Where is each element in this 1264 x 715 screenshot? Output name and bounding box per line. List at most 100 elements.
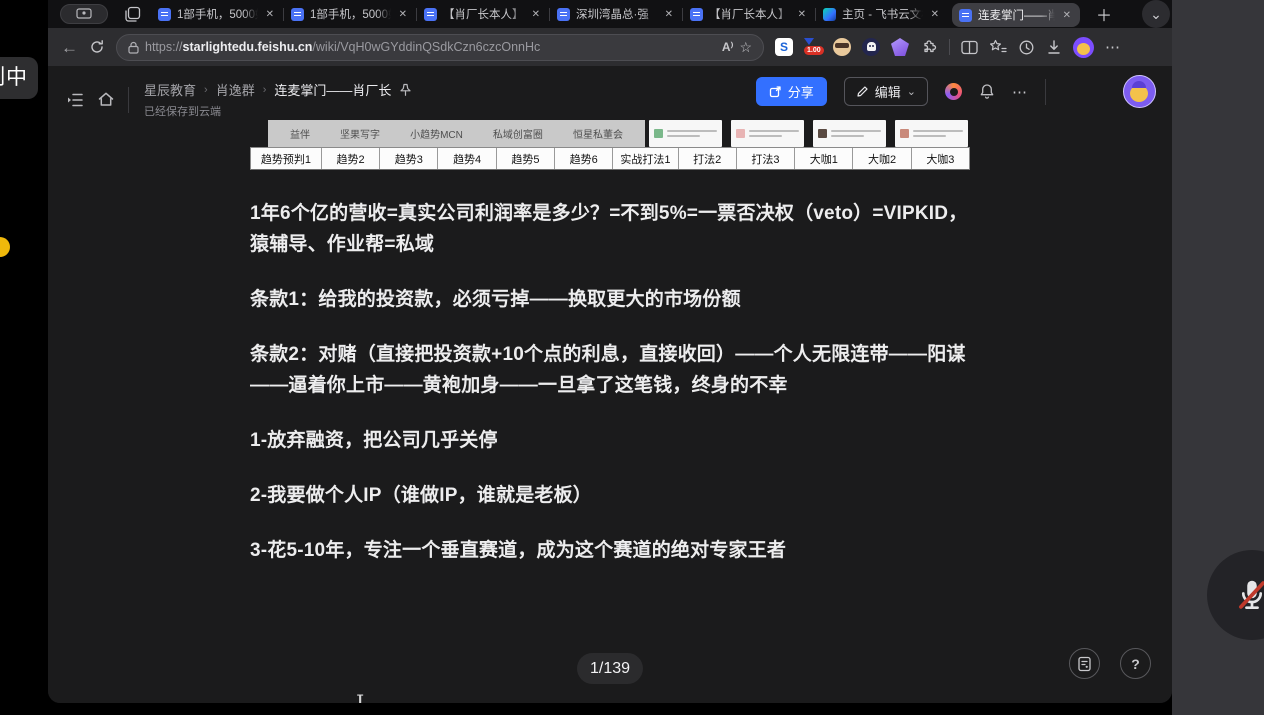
pin-icon[interactable] — [399, 83, 412, 97]
doc-paragraph[interactable]: 条款1：给我的投资款，必须亏掉——换取更大的市场份额 — [250, 284, 970, 315]
thumbnail-image — [736, 129, 745, 138]
share-button[interactable]: 分享 — [756, 77, 827, 106]
table-cell[interactable]: 趋势5 — [497, 148, 555, 169]
table-cell[interactable]: 趋势6 — [555, 148, 613, 169]
page-indicator: 1/139 — [577, 653, 643, 684]
user-avatar[interactable] — [1123, 75, 1156, 108]
help-button[interactable]: ? — [1120, 648, 1151, 679]
favorite-star-button[interactable]: ☆ — [739, 39, 752, 56]
stacked-pages-icon — [124, 6, 141, 23]
share-label: 分享 — [788, 82, 814, 101]
document-content: 益伴坚果写字小趋势MCN私域创富圈恒星私董会 — [48, 120, 1172, 703]
table-cell[interactable]: 趋势预判1 — [251, 148, 322, 169]
split-screen-button[interactable] — [961, 40, 978, 55]
breadcrumb-items: 星辰教育›肖逸群›连麦掌门——肖厂长 — [144, 80, 391, 99]
thumbnail-strip — [649, 120, 968, 147]
extension-s-icon[interactable]: S — [775, 38, 793, 56]
extension-ghost-icon[interactable] — [862, 38, 880, 56]
new-tab-button[interactable]: ＋ — [1096, 2, 1112, 26]
browser-profile-avatar[interactable] — [1073, 37, 1094, 58]
browser-tab[interactable]: 深圳湾晶总·强✕ — [550, 0, 682, 28]
doc-paragraph[interactable]: 1-放弃融资，把公司几乎关停 — [250, 425, 970, 456]
browser-tab[interactable]: 主页 - 飞书云文档✕ — [816, 0, 948, 28]
tab-close-icon[interactable]: ✕ — [796, 9, 808, 20]
browser-tab[interactable]: 连麦掌门——肖厂✕ — [952, 3, 1080, 27]
tab-title: 1部手机，5000好 — [310, 6, 391, 22]
price-flag-icon — [804, 38, 814, 45]
breadcrumb-item[interactable]: 连麦掌门——肖厂长 — [274, 80, 391, 99]
url-host: starlightedu.feishu.cn — [183, 40, 313, 54]
downloads-button[interactable] — [1046, 39, 1062, 56]
tab-close-icon[interactable]: ✕ — [264, 9, 276, 20]
toggle-sidebar-button[interactable] — [66, 92, 84, 108]
doc-paragraph[interactable]: 3-花5-10年，专注一个垂直赛道，成为这个赛道的绝对专家王者 — [250, 535, 970, 566]
extension-gem-icon[interactable] — [891, 38, 909, 56]
home-button[interactable] — [97, 91, 115, 108]
tab-search-button[interactable]: ⌄ — [1142, 0, 1170, 28]
url-path: /wiki/VqH0wGYddinQSdkCzn6czcOnnHc — [312, 40, 540, 54]
read-aloud-button[interactable]: A⁾ — [722, 40, 734, 54]
table-cell[interactable]: 打法2 — [679, 148, 737, 169]
tab-title: 1部手机，5000好 — [177, 6, 258, 22]
header-divider — [1045, 79, 1046, 105]
text-cursor-ibeam: I — [356, 691, 364, 703]
catalog-button[interactable] — [1069, 648, 1100, 679]
document-icon — [291, 8, 304, 21]
table-cell[interactable]: 趋势3 — [380, 148, 438, 169]
history-button[interactable] — [1018, 39, 1035, 56]
browser-toolbar: ← https://starlightedu.feishu.cn/wiki/Vq… — [48, 28, 1172, 66]
recording-ring-icon[interactable] — [945, 83, 962, 100]
address-bar[interactable]: https://starlightedu.feishu.cn/wiki/VqH0… — [116, 34, 764, 61]
tab-close-icon[interactable]: ✕ — [1061, 10, 1073, 21]
more-options-button[interactable]: ⋯ — [1012, 83, 1028, 101]
browser-tab-bar: 1部手机，5000好✕1部手机，5000好✕【肖厂长本人】直✕深圳湾晶总·强✕【… — [48, 0, 1172, 28]
tab-close-icon[interactable]: ✕ — [929, 9, 941, 20]
thumbnail-card — [813, 120, 886, 147]
url-text: https://starlightedu.feishu.cn/wiki/VqH0… — [145, 40, 540, 54]
doc-paragraph[interactable]: 2-我要做个人IP（谁做IP，谁就是老板） — [250, 480, 970, 511]
browser-tab[interactable]: 【肖厂长本人】直✕ — [417, 0, 549, 28]
doc-paragraph[interactable]: 条款2：对赌（直接把投资款+10个点的利息，直接收回）——个人无限连带——阳谋—… — [250, 339, 970, 401]
embedded-table-top: 益伴坚果写字小趋势MCN私域创富圈恒星私董会 — [250, 120, 970, 147]
document-note-icon — [1077, 656, 1092, 672]
thumbnail-card — [895, 120, 968, 147]
tab-close-icon[interactable]: ✕ — [663, 9, 675, 20]
document-icon — [959, 9, 972, 22]
workspaces-button[interactable] — [124, 6, 141, 23]
tab-close-icon[interactable]: ✕ — [397, 9, 409, 20]
screen-share-icon — [76, 8, 92, 20]
breadcrumb: 星辰教育›肖逸群›连麦掌门——肖厂长 — [144, 80, 412, 99]
table-cell[interactable]: 大咖1 — [795, 148, 853, 169]
extension-price-tag-icon[interactable]: 1.00 — [804, 38, 822, 56]
breadcrumb-separator-icon: › — [263, 84, 267, 96]
feishu-app: 星辰教育›肖逸群›连麦掌门——肖厂长 已经保存到云端 分享 — [48, 66, 1172, 703]
table-cell[interactable]: 打法3 — [737, 148, 795, 169]
refresh-button[interactable] — [89, 39, 105, 55]
breadcrumb-item[interactable]: 星辰教育 — [144, 80, 196, 99]
table-cell[interactable]: 大咖3 — [912, 148, 969, 169]
extension-glasses-face-icon[interactable] — [833, 38, 851, 56]
tab-activity-button[interactable] — [60, 4, 108, 24]
browser-tab[interactable]: 【肖厂长本人】直✕ — [683, 0, 815, 28]
table-cell[interactable]: 大咖2 — [853, 148, 911, 169]
chevron-down-icon: ⌄ — [1150, 6, 1162, 23]
table-cell[interactable]: 趋势4 — [438, 148, 496, 169]
feishu-logo-icon — [823, 8, 836, 21]
embedded-table-row: 趋势预判1趋势2趋势3趋势4趋势5趋势6实战打法1打法2打法3大咖1大咖2大咖3 — [250, 147, 970, 170]
extensions-puzzle-button[interactable] — [920, 38, 938, 56]
collections-button[interactable] — [989, 39, 1007, 55]
notifications-bell-button[interactable] — [979, 83, 995, 100]
browser-tab[interactable]: 1部手机，5000好 ✕ — [151, 0, 283, 28]
browser-tab[interactable]: 1部手机，5000好 ✕ — [284, 0, 416, 28]
thumbnail-card — [731, 120, 804, 147]
table-cell[interactable]: 实战打法1 — [613, 148, 678, 169]
back-button[interactable]: ← — [61, 39, 78, 56]
document-column: 益伴坚果写字小趋势MCN私域创富圈恒星私董会 — [250, 120, 970, 590]
edit-button[interactable]: 编辑 ⌄ — [844, 77, 928, 106]
doc-paragraph[interactable]: 1年6个亿的营收=真实公司利润率是多少？=不到5%=一票否决权（veto）=VI… — [250, 198, 970, 260]
breadcrumb-item[interactable]: 肖逸群 — [216, 80, 255, 99]
tab-close-icon[interactable]: ✕ — [530, 9, 542, 20]
question-mark-icon: ? — [1131, 656, 1140, 672]
table-cell[interactable]: 趋势2 — [322, 148, 380, 169]
browser-menu-button[interactable]: ⋯ — [1105, 38, 1121, 56]
